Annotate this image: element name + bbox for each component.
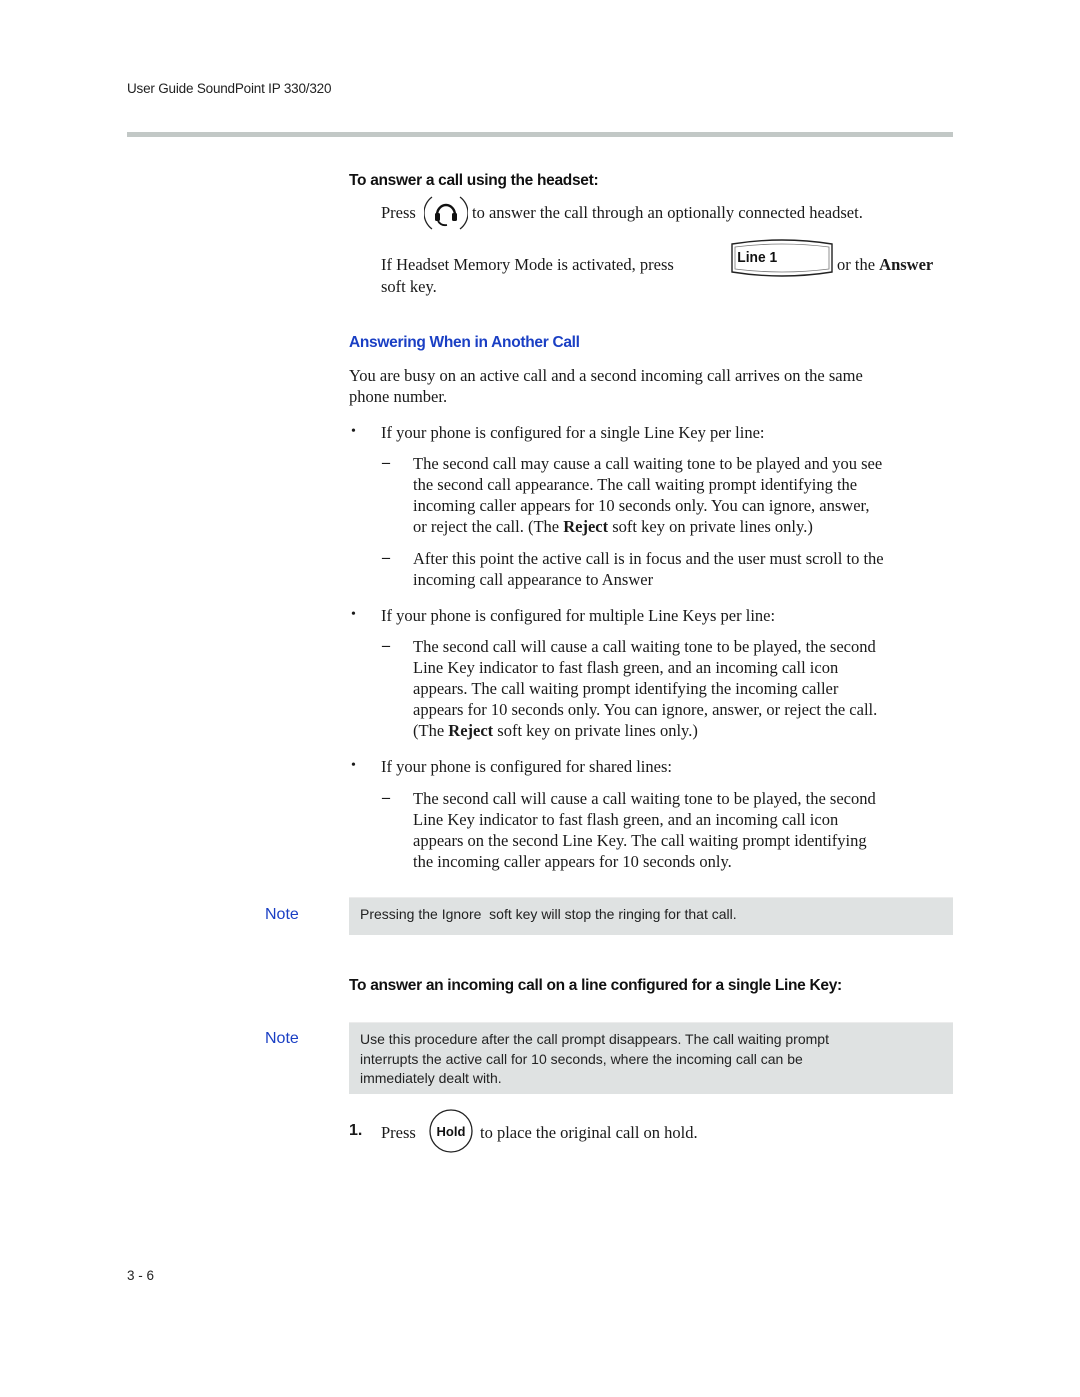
note-text-line: immediately dealt with.	[360, 1070, 502, 1086]
step-description: to place the original call on hold.	[480, 1123, 698, 1142]
bullet-1-sub-2-line-2: incoming call appearance to Answer	[413, 570, 654, 589]
bullet-2-sub-1-line-1: The second call will cause a call waitin…	[413, 637, 876, 656]
line-1-key-icon: Line 1	[731, 239, 833, 277]
bullet-marker: •	[351, 607, 356, 622]
headset-key-icon	[424, 196, 468, 230]
text-span: soft key on private lines only.)	[608, 517, 813, 536]
dash-marker: –	[382, 637, 390, 654]
answer-soft-key-label: Answer	[879, 255, 934, 274]
section-heading: Answering When in Another Call	[349, 334, 580, 351]
headset-press-label: Press	[381, 203, 416, 222]
bullet-3-sub-1-line-4: the incoming caller appears for 10 secon…	[413, 852, 732, 871]
bullet-1-sub-1-line-2: the second call appearance. The call wai…	[413, 475, 858, 494]
bullet-1-sub-1-line-3: incoming caller appears for 10 seconds o…	[413, 496, 870, 515]
note-text: Pressing the Ignore soft key will stop t…	[360, 906, 737, 922]
hold-key-icon: Hold	[429, 1109, 473, 1153]
bullet-2-sub-1-line-3: appears. The call waiting prompt identif…	[413, 679, 839, 698]
bullet-1-sub-2-line-1: After this point the active call is in f…	[413, 549, 884, 568]
section-intro-line-1: You are busy on an active call and a sec…	[349, 366, 863, 385]
page-number: 3 - 6	[127, 1268, 155, 1283]
text-span: soft key on private lines only.)	[493, 721, 698, 740]
headset-press-description: to answer the call through an optionally…	[472, 203, 863, 222]
bullet-3-sub-1-line-3: appears on the second Line Key. The call…	[413, 831, 867, 850]
bullet-2-text: If your phone is configured for multiple…	[381, 606, 776, 625]
note-box: Pressing the Ignore soft key will stop t…	[349, 897, 953, 935]
note-label: Note	[265, 1030, 299, 1047]
bullet-2-sub-1-line-2: Line Key indicator to fast flash green, …	[413, 658, 839, 677]
bullet-1-sub-1-line-1: The second call may cause a call waiting…	[413, 454, 883, 473]
bullet-3-text: If your phone is configured for shared l…	[381, 757, 672, 776]
text-span: or reject the call. (The	[413, 517, 564, 536]
note-box: Use this procedure after the call prompt…	[349, 1022, 953, 1094]
running-header: User Guide SoundPoint IP 330/320	[127, 81, 332, 96]
memory-mode-or: or the	[837, 255, 876, 274]
headset-procedure-heading: To answer a call using the headset:	[349, 172, 599, 189]
memory-mode-text: If Headset Memory Mode is activated, pre…	[381, 255, 674, 274]
dash-marker: –	[382, 454, 390, 471]
note-text-line: Use this procedure after the call prompt…	[360, 1031, 829, 1047]
bullet-1-text: If your phone is configured for a single…	[381, 423, 765, 442]
section-intro-line-2: phone number.	[349, 387, 448, 406]
bullet-1-sub-1-line-4: or reject the call. (The Reject soft key…	[413, 516, 813, 537]
memory-mode-or-answer: or the Answer	[837, 254, 933, 275]
text-span: (The	[413, 721, 449, 740]
reject-soft-key-label: Reject	[563, 517, 609, 536]
note-text-line: interrupts the active call for 10 second…	[360, 1050, 803, 1067]
bullet-marker: •	[351, 424, 356, 439]
reject-soft-key-label: Reject	[448, 721, 494, 740]
bullet-3-sub-1-line-1: The second call will cause a call waitin…	[413, 789, 876, 808]
single-line-key-procedure-heading: To answer an incoming call on a line con…	[349, 977, 842, 994]
bullet-2-sub-1-line-5: (The Reject soft key on private lines on…	[413, 720, 698, 741]
line-1-key-label: Line 1	[737, 250, 777, 267]
dash-marker: –	[382, 789, 390, 806]
step-press-label: Press	[381, 1123, 416, 1142]
bullet-2-sub-1-line-4: appears for 10 seconds only. You can ign…	[413, 700, 878, 719]
bullet-3-sub-1-line-2: Line Key indicator to fast flash green, …	[413, 810, 839, 829]
soft-key-tail: soft key.	[381, 277, 437, 296]
header-rule	[127, 132, 953, 137]
step-number: 1.	[349, 1122, 363, 1139]
note-text: Use this procedure after the call prompt…	[349, 1023, 953, 1089]
note-label: Note	[265, 906, 299, 923]
dash-marker: –	[382, 549, 390, 566]
bullet-marker: •	[351, 758, 356, 773]
hold-key-label: Hold	[437, 1124, 466, 1139]
